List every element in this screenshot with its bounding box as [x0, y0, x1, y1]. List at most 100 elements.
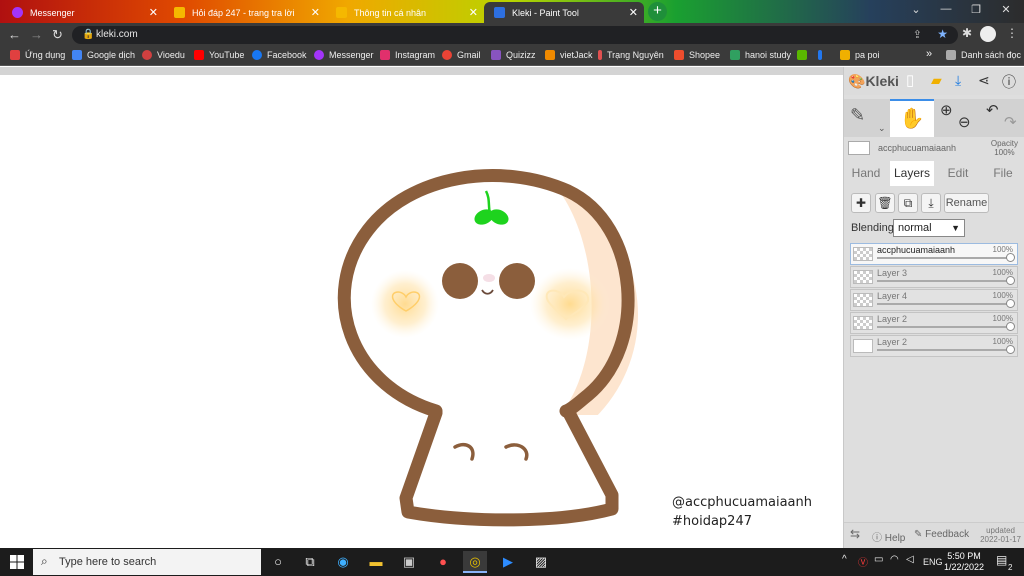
minimize-button[interactable]: — — [936, 3, 956, 15]
layer-opacity-handle[interactable] — [1006, 322, 1015, 331]
chevron-down-icon[interactable]: ⌄ — [878, 123, 886, 134]
zoom-out-icon[interactable]: ⊖ — [958, 113, 971, 131]
feedback-link[interactable]: ✎ Feedback — [914, 529, 969, 540]
layer-opacity-slider[interactable] — [877, 303, 1011, 305]
edge-icon[interactable]: ◉ — [331, 551, 355, 573]
bookmark-youtube[interactable]: YouTube — [194, 50, 244, 60]
bookmark-google-translate[interactable]: Google dịch — [72, 50, 135, 60]
volume-icon[interactable]: ◁ — [906, 554, 914, 565]
battery-icon[interactable]: ▭ — [874, 554, 883, 565]
maximize-button[interactable]: ❐ — [966, 3, 986, 16]
layer-opacity-slider[interactable] — [877, 257, 1011, 259]
layer-opacity-slider[interactable] — [877, 280, 1011, 282]
close-icon[interactable]: ✕ — [311, 6, 320, 19]
wifi-icon[interactable]: ◠ — [890, 554, 899, 565]
layer-opacity-handle[interactable] — [1006, 276, 1015, 285]
antivirus-icon[interactable]: Ⓥ — [858, 554, 868, 569]
tab-layers[interactable]: Layers — [890, 161, 934, 186]
duplicate-layer-button[interactable]: ⧉ — [898, 193, 918, 213]
cortana-icon[interactable]: ○ — [266, 551, 290, 573]
brush-tool-icon[interactable]: ✎ — [850, 105, 865, 126]
new-tab-button[interactable]: + — [648, 2, 667, 21]
clock[interactable]: 5:50 PM 1/22/2022 — [944, 551, 984, 573]
bookmark-facebook[interactable]: Facebook — [252, 50, 307, 60]
share-icon[interactable]: ⋖ — [978, 72, 990, 89]
layer-item[interactable]: Layer 2 100% — [850, 312, 1018, 334]
reading-list-button[interactable]: Danh sách đọc — [946, 50, 1021, 60]
zoom-in-icon[interactable]: ⊕ — [940, 101, 953, 119]
share-icon[interactable]: ⇪ — [913, 28, 922, 41]
avatar[interactable] — [980, 26, 996, 42]
bookmark-vioedu[interactable]: Vioedu — [142, 50, 185, 60]
layer-opacity-handle[interactable] — [1006, 299, 1015, 308]
layer-opacity-slider[interactable] — [877, 349, 1011, 351]
bookmark-apps[interactable]: Ứng dụng — [10, 50, 65, 60]
close-window-button[interactable]: ✕ — [996, 3, 1016, 16]
layer-item[interactable]: accphucuamaiaanh 100% — [850, 243, 1018, 265]
layer-item[interactable]: Layer 3 100% — [850, 266, 1018, 288]
bookmark-olm[interactable] — [797, 50, 812, 60]
file-explorer-icon[interactable]: ▬ — [364, 551, 388, 573]
back-icon[interactable]: ← — [8, 27, 21, 42]
reload-icon[interactable]: ↻ — [52, 27, 63, 43]
bookmark-vietjack[interactable]: vietJack — [545, 50, 593, 60]
tab-hoidap[interactable]: Hỏi đáp 247 - trang tra lời ✕ — [164, 2, 326, 23]
layer-opacity-handle[interactable] — [1006, 253, 1015, 262]
help-icon[interactable]: ⓘ — [1002, 72, 1016, 92]
new-image-icon[interactable]: ▯ — [906, 71, 914, 89]
tab-kleki[interactable]: Kleki - Paint Tool ✕ — [484, 2, 644, 23]
tray-chevron-icon[interactable]: ^ — [842, 554, 847, 565]
windows-start-icon[interactable] — [10, 555, 24, 569]
app-icon[interactable]: ● — [431, 551, 455, 573]
close-icon[interactable]: ✕ — [469, 6, 478, 19]
bookmark-messenger[interactable]: Messenger — [314, 50, 374, 60]
bookmark-shopee[interactable]: Shopee — [674, 50, 720, 60]
layer-item[interactable]: Layer 4 100% — [850, 289, 1018, 311]
layer-item[interactable]: Layer 2 100% — [850, 335, 1018, 357]
extensions-icon[interactable]: ✱ — [962, 26, 972, 40]
bookmark-trang-nguyen[interactable]: Trạng Nguyên — [598, 50, 664, 60]
blending-select[interactable]: normal ▼ — [893, 219, 965, 237]
zoom-icon[interactable]: ▶ — [496, 551, 520, 573]
menu-icon[interactable]: ⋮ — [1006, 26, 1018, 40]
language-indicator[interactable]: ENG — [923, 557, 943, 567]
bookmark-hanoi-study[interactable]: hanoi study — [730, 50, 791, 60]
notification-icon[interactable]: ▤ — [996, 553, 1007, 567]
tab-file[interactable]: File — [981, 161, 1024, 186]
drawing-canvas[interactable]: @accphucuamaiaanh #hoidap247 — [0, 67, 843, 548]
bookmark-gmail[interactable]: Gmail — [442, 50, 481, 60]
merge-down-button[interactable]: ⤓ — [921, 193, 941, 213]
rename-button[interactable]: Rename — [944, 193, 989, 213]
bookmark-quizizz[interactable]: Quizizz — [491, 50, 536, 60]
tab-hand[interactable]: Hand — [844, 161, 888, 186]
tab-thong-tin[interactable]: Thông tin cá nhân ✕ — [326, 2, 484, 23]
close-icon[interactable]: ✕ — [149, 6, 158, 19]
bookmark-pa-poi[interactable]: pa poi — [840, 50, 880, 60]
bookmark-instagram[interactable]: Instagram — [380, 50, 435, 60]
layer-opacity-slider[interactable] — [877, 326, 1011, 328]
undo-icon[interactable]: ↶ — [986, 101, 999, 119]
taskbar-search[interactable]: ⌕ Type here to search — [33, 549, 261, 575]
swap-icon[interactable]: ⇆ — [850, 527, 860, 541]
bookmark-star-icon[interactable]: ★ — [937, 27, 948, 41]
download-icon[interactable]: ⤓ — [955, 72, 961, 89]
delete-layer-button[interactable]: 🗑 — [875, 193, 895, 213]
redo-icon[interactable]: ↷ — [1004, 113, 1017, 131]
store-icon[interactable]: ▣ — [397, 551, 421, 573]
forward-icon[interactable]: → — [30, 27, 43, 42]
tab-messenger[interactable]: Messenger ✕ — [2, 2, 164, 23]
chrome-icon[interactable]: ◎ — [463, 551, 487, 573]
task-view-icon[interactable]: ⧉ — [298, 551, 322, 573]
help-link[interactable]: ⓘ Help — [872, 529, 905, 544]
close-icon[interactable]: ✕ — [629, 6, 638, 19]
bookmark-l[interactable] — [818, 50, 827, 60]
hand-tool-icon[interactable]: ✋ — [890, 99, 934, 137]
tab-edit[interactable]: Edit — [936, 161, 980, 186]
tab-search-icon[interactable]: ⌄ — [906, 3, 926, 16]
save-icon[interactable]: ▰ — [931, 72, 942, 89]
add-layer-button[interactable]: ✚ — [851, 193, 871, 213]
photos-icon[interactable]: ▨ — [529, 551, 553, 573]
layer-opacity-handle[interactable] — [1006, 345, 1015, 354]
address-bar[interactable]: 🔒 kleki.com ⇪ ★ — [72, 26, 958, 44]
more-bookmarks-button[interactable]: » — [926, 48, 932, 60]
